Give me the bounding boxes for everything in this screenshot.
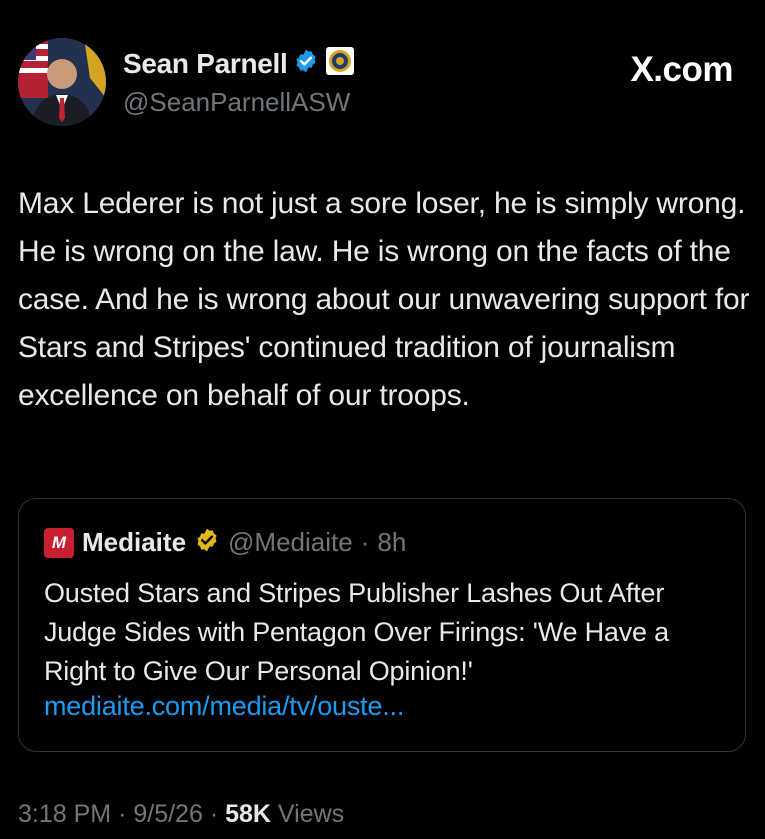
author-handle[interactable]: @SeanParnellASW	[123, 87, 355, 118]
quoted-author-name[interactable]: Mediaite	[82, 527, 186, 558]
quoted-author-handle[interactable]: @Mediaite	[228, 527, 353, 558]
tweet-header: Sean Parnell @SeanParnellASW X.com	[18, 38, 747, 128]
quoted-tweet-link[interactable]: mediaite.com/media/tv/ouste...	[44, 691, 404, 722]
meta-separator: ·	[209, 800, 219, 828]
tweet-date[interactable]: 9/5/26	[133, 800, 203, 828]
views-count[interactable]: 58K	[225, 800, 271, 828]
quoted-separator: ·	[360, 527, 370, 557]
author-block: Sean Parnell @SeanParnellASW	[123, 46, 355, 118]
quoted-tweet-header: M Mediaite @Mediaite · 8h	[44, 527, 406, 558]
quoted-tweet-card[interactable]: M Mediaite @Mediaite · 8h Ousted Stars a…	[18, 498, 746, 752]
verified-gold-icon	[194, 527, 220, 558]
tweet-meta: 3:18 PM · 9/5/26 · 58K Views	[18, 800, 344, 829]
author-display-name[interactable]: Sean Parnell	[123, 48, 288, 80]
tweet-time[interactable]: 3:18 PM	[18, 800, 111, 828]
verified-blue-icon	[293, 48, 319, 79]
meta-separator: ·	[118, 800, 127, 828]
avatar[interactable]	[18, 38, 106, 126]
views-label: Views	[277, 800, 345, 828]
quoted-tweet-text: Ousted Stars and Stripes Publisher Lashe…	[44, 578, 669, 686]
dod-seal-icon	[325, 46, 355, 81]
tweet-text: Max Lederer is not just a sore loser, he…	[18, 187, 750, 412]
x-com-watermark: X.com	[630, 50, 733, 89]
mediaite-logo-icon: M	[44, 527, 74, 558]
quoted-timestamp[interactable]: 8h	[377, 527, 406, 558]
